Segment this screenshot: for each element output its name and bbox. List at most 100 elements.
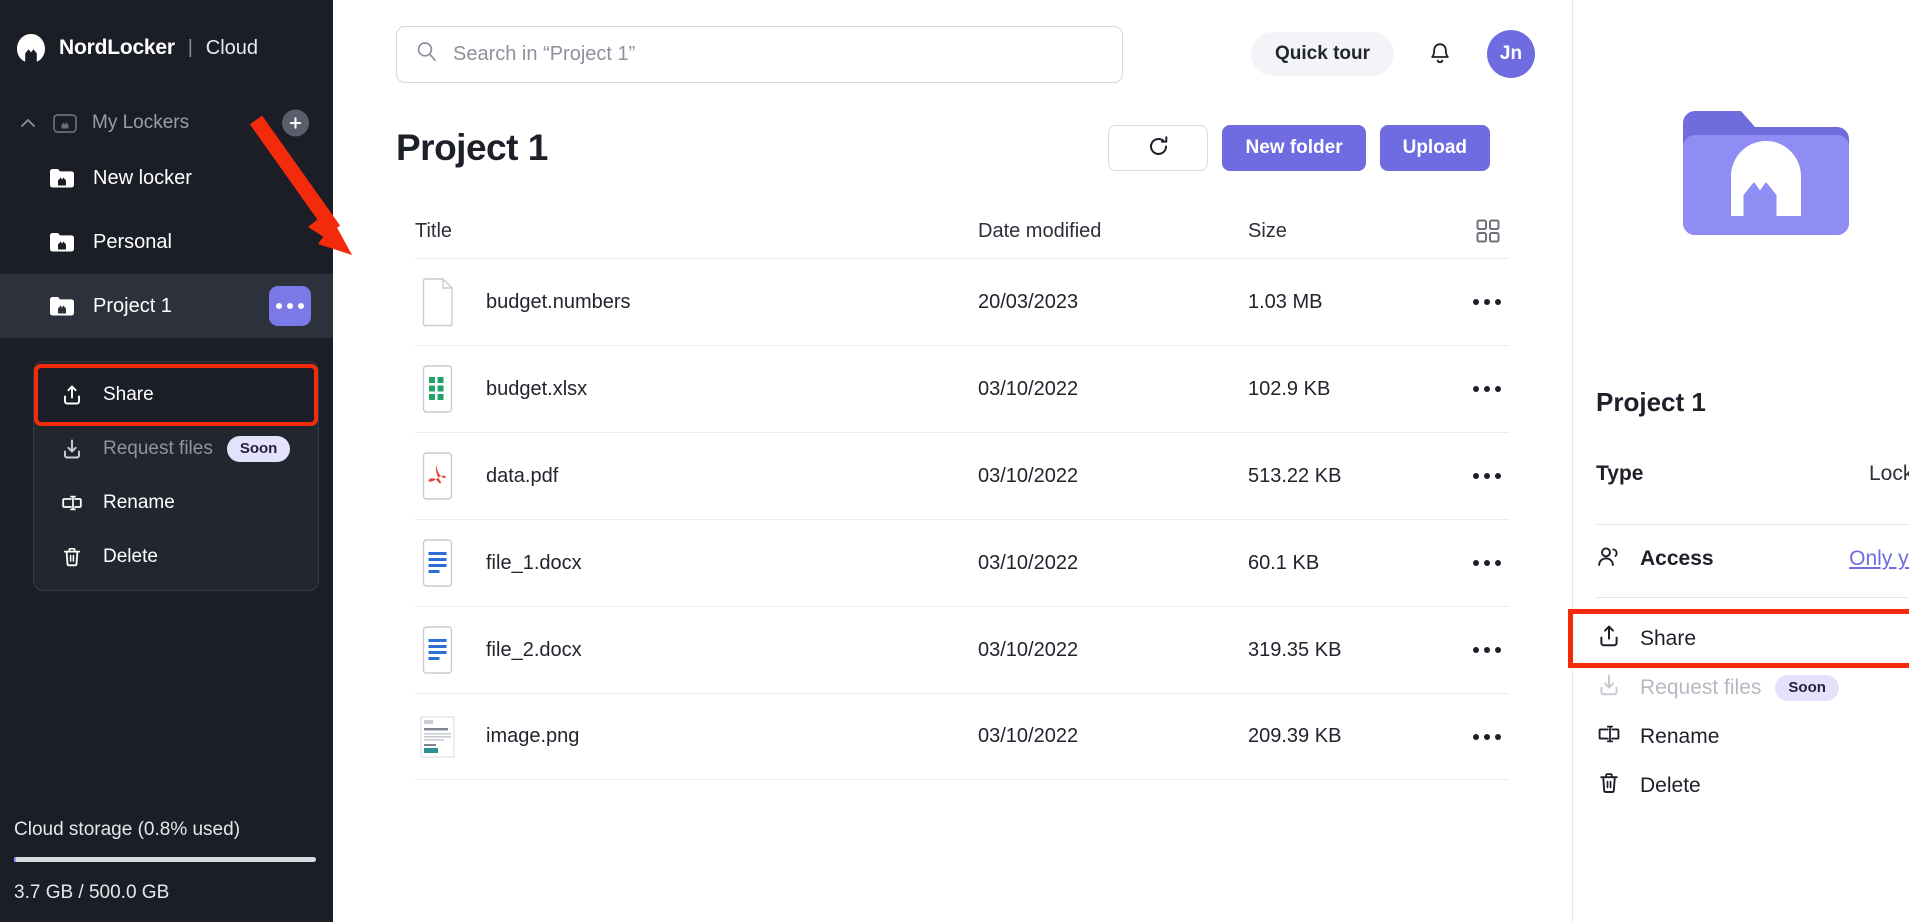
file-table: Title Date modified Size budget.numbers … bbox=[415, 204, 1509, 780]
file-date: 03/10/2022 bbox=[978, 551, 1079, 574]
user-avatar[interactable]: Jn bbox=[1487, 30, 1536, 78]
sidebar-item-label: Project 1 bbox=[93, 294, 172, 317]
row-more-options-button[interactable] bbox=[1473, 560, 1501, 566]
notifications-bell-icon[interactable] bbox=[1426, 40, 1454, 68]
cloud-storage-widget: Cloud storage (0.8% used) 3.7 GB / 500.0… bbox=[0, 819, 333, 922]
soon-badge: Soon bbox=[1775, 674, 1839, 701]
context-menu-item-label: Share bbox=[103, 384, 154, 405]
row-more-options-button[interactable] bbox=[1473, 473, 1501, 479]
file-name: budget.numbers bbox=[486, 290, 631, 313]
brand-name: NordLocker bbox=[59, 36, 175, 59]
add-locker-button[interactable] bbox=[282, 109, 309, 137]
brand-separator: | bbox=[187, 37, 193, 58]
refresh-button[interactable] bbox=[1108, 125, 1209, 171]
storage-title: Cloud storage (0.8% used) bbox=[14, 819, 241, 840]
quick-tour-button[interactable]: Quick tour bbox=[1251, 32, 1395, 76]
details-thumbnail bbox=[1573, 0, 1909, 247]
details-action-label: Rename bbox=[1640, 724, 1720, 748]
app-window: NordLocker | Cloud My Lockers New locker bbox=[0, 0, 1909, 922]
context-menu-item-request-files[interactable]: Request files Soon bbox=[34, 422, 318, 476]
row-more-options-button[interactable] bbox=[1473, 386, 1501, 392]
details-access-label: Access bbox=[1640, 547, 1714, 570]
file-size: 209.39 KB bbox=[1248, 725, 1342, 747]
table-row[interactable]: budget.numbers 20/03/2023 1.03 MB bbox=[415, 258, 1509, 345]
trash-icon bbox=[1596, 770, 1640, 802]
pdf-file-icon bbox=[415, 450, 460, 502]
details-actions: Share Request files Soon Rename Delete bbox=[1568, 609, 1909, 810]
table-row[interactable]: data.pdf 03/10/2022 513.22 KB bbox=[415, 432, 1509, 519]
details-access-value-link[interactable]: Only you bbox=[1849, 547, 1909, 571]
nordlocker-logo-icon bbox=[14, 31, 48, 65]
dot bbox=[287, 303, 293, 309]
column-header-date-modified[interactable]: Date modified bbox=[978, 220, 1248, 243]
row-more-options-button[interactable] bbox=[1473, 733, 1501, 740]
file-name: file_2.docx bbox=[486, 638, 582, 661]
context-menu-item-label: Rename bbox=[103, 492, 175, 513]
file-name: budget.xlsx bbox=[486, 377, 588, 400]
details-title: Project 1 bbox=[1596, 387, 1706, 417]
details-type-row: Type Locker bbox=[1573, 418, 1909, 486]
context-menu-item-rename[interactable]: Rename bbox=[34, 476, 318, 530]
dot bbox=[298, 303, 304, 309]
file-size: 60.1 KB bbox=[1248, 551, 1320, 574]
share-icon bbox=[60, 383, 84, 407]
sidebar-item-new-locker[interactable]: New locker bbox=[0, 146, 333, 210]
sidebar-item-personal[interactable]: Personal bbox=[0, 210, 333, 274]
brand-product: Cloud bbox=[205, 36, 259, 59]
column-header-title[interactable]: Title bbox=[415, 220, 978, 243]
locker-more-options-button[interactable] bbox=[269, 286, 311, 326]
table-row[interactable]: file_2.docx 03/10/2022 319.35 KB bbox=[415, 606, 1509, 693]
details-action-share[interactable]: Share bbox=[1568, 609, 1909, 668]
row-more-options-button[interactable] bbox=[1473, 299, 1501, 305]
my-lockers-group[interactable]: My Lockers bbox=[0, 100, 333, 146]
search-box[interactable] bbox=[396, 25, 1123, 83]
locker-folder-icon bbox=[1682, 111, 1849, 235]
details-action-label: Share bbox=[1640, 626, 1697, 650]
details-action-request-files[interactable]: Request files Soon bbox=[1573, 663, 1909, 712]
chevron-up-icon[interactable] bbox=[18, 113, 38, 133]
numbers-file-icon bbox=[415, 276, 460, 328]
people-icon bbox=[1596, 544, 1640, 575]
context-menu-item-delete[interactable]: Delete bbox=[34, 530, 318, 584]
file-size: 102.9 KB bbox=[1248, 377, 1331, 400]
context-menu-item-label: Request files bbox=[103, 438, 213, 459]
file-date: 03/10/2022 bbox=[978, 377, 1079, 400]
refresh-icon bbox=[1146, 134, 1171, 162]
details-panel: Project 1 Type Locker Access Only you Sh… bbox=[1568, 0, 1909, 922]
docx-file-icon bbox=[415, 537, 460, 589]
download-icon bbox=[1596, 672, 1640, 704]
page-actions: New folder Upload bbox=[1108, 125, 1490, 171]
file-name: data.pdf bbox=[486, 464, 559, 487]
file-name: image.png bbox=[486, 725, 580, 747]
column-header-size[interactable]: Size bbox=[1248, 220, 1473, 243]
context-menu-item-share[interactable]: Share bbox=[34, 364, 318, 426]
file-size: 1.03 MB bbox=[1248, 290, 1323, 313]
upload-button[interactable]: Upload bbox=[1379, 125, 1490, 171]
my-lockers-label: My Lockers bbox=[92, 112, 190, 133]
download-icon bbox=[60, 437, 84, 461]
top-bar: Quick tour Jn bbox=[333, 0, 1572, 86]
rename-icon bbox=[60, 491, 84, 515]
brand-logo-area: NordLocker | Cloud bbox=[0, 0, 333, 62]
details-action-label: Request files bbox=[1640, 675, 1762, 699]
soon-badge: Soon bbox=[226, 436, 291, 462]
context-menu-item-label: Delete bbox=[103, 546, 158, 567]
details-type-label: Type bbox=[1596, 462, 1644, 485]
details-action-rename[interactable]: Rename bbox=[1573, 712, 1909, 761]
file-date: 03/10/2022 bbox=[978, 638, 1079, 661]
table-row[interactable]: budget.xlsx 03/10/2022 102.9 KB bbox=[415, 345, 1509, 432]
folder-icon bbox=[48, 164, 76, 192]
grid-view-toggle-icon[interactable] bbox=[1475, 218, 1501, 244]
file-name: file_1.docx bbox=[486, 551, 582, 574]
sidebar: NordLocker | Cloud My Lockers New locker bbox=[0, 0, 352, 922]
new-folder-button[interactable]: New folder bbox=[1222, 125, 1366, 171]
table-row[interactable]: image.png 03/10/2022 209.39 KB bbox=[415, 693, 1509, 780]
row-more-options-button[interactable] bbox=[1473, 647, 1501, 653]
sidebar-item-project-1[interactable]: Project 1 bbox=[0, 274, 333, 338]
storage-progress-bar bbox=[14, 857, 316, 862]
search-input[interactable] bbox=[453, 42, 1104, 66]
details-action-delete[interactable]: Delete bbox=[1573, 761, 1909, 810]
table-row[interactable]: file_1.docx 03/10/2022 60.1 KB bbox=[415, 519, 1509, 606]
file-date: 20/03/2023 bbox=[978, 290, 1079, 313]
trash-icon bbox=[60, 545, 84, 569]
